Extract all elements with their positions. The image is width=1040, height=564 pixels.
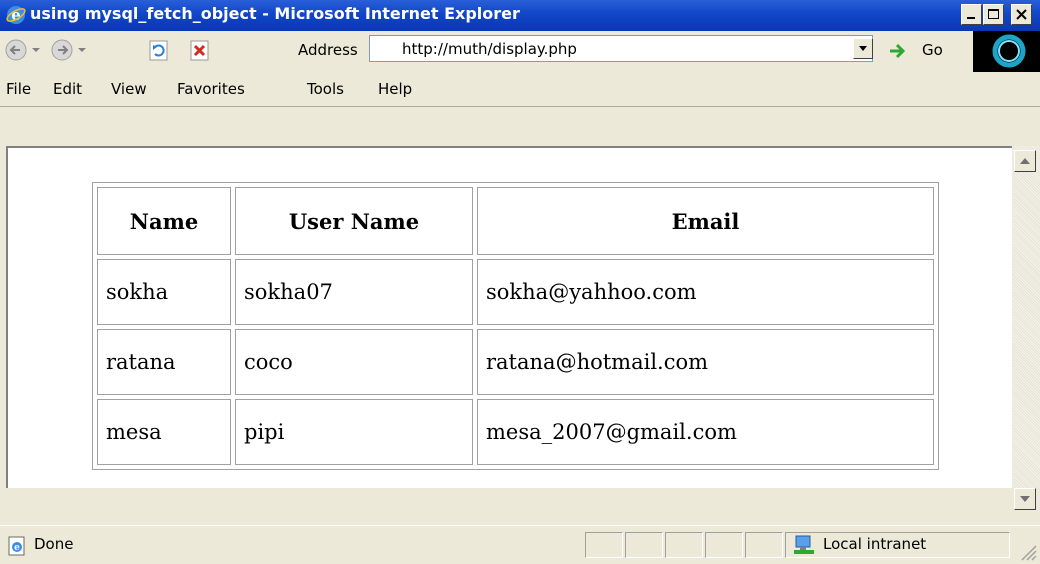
maximize-button[interactable] — [983, 4, 1004, 25]
status-bar: e Done Local intranet — [0, 525, 1040, 564]
menu-bar: File Edit View Favorites Tools Help — [0, 72, 1040, 107]
maximize-icon — [988, 9, 999, 19]
vertical-scrollbar[interactable] — [1012, 146, 1040, 488]
menu-help[interactable]: Help — [378, 80, 412, 98]
status-pane — [665, 532, 703, 558]
menu-edit[interactable]: Edit — [53, 80, 82, 98]
go-button[interactable]: Go — [922, 41, 943, 59]
menu-favorites[interactable]: Favorites — [177, 80, 245, 98]
status-pane — [585, 532, 623, 558]
cell-name: mesa — [97, 399, 231, 465]
table-header-row: Name User Name Email — [97, 187, 934, 256]
svg-text:e: e — [14, 543, 20, 553]
status-text: Done — [34, 535, 74, 553]
scroll-down-icon — [1020, 496, 1030, 502]
cell-name: sokha — [97, 259, 231, 326]
minimize-icon — [967, 17, 975, 19]
intranet-icon — [794, 535, 814, 554]
scroll-up-button[interactable] — [1014, 150, 1036, 172]
column-header-name: Name — [97, 187, 231, 256]
table-row: mesa pipi mesa_2007@gmail.com — [97, 399, 934, 465]
table-row: ratana coco ratana@hotmail.com — [97, 329, 934, 396]
cell-email: ratana@hotmail.com — [477, 329, 934, 396]
minimize-button[interactable] — [961, 4, 982, 25]
address-input[interactable]: http://muth/display.php — [369, 35, 873, 62]
close-button[interactable] — [1011, 4, 1032, 25]
throbber — [973, 31, 1040, 72]
menu-tools[interactable]: Tools — [307, 80, 344, 98]
menu-view[interactable]: View — [111, 80, 147, 98]
window-title: using mysql_fetch_object - Microsoft Int… — [30, 4, 520, 23]
close-icon — [1016, 9, 1027, 20]
cell-email: sokha@yahhoo.com — [477, 259, 934, 326]
column-header-username: User Name — [235, 187, 473, 256]
title-bar: e using mysql_fetch_object - Microsoft I… — [0, 0, 1040, 31]
scroll-down-button[interactable] — [1014, 488, 1036, 510]
stop-icon[interactable] — [188, 37, 212, 63]
cell-email: mesa_2007@gmail.com — [477, 399, 934, 465]
page-icon: e — [8, 536, 25, 556]
cell-name: ratana — [97, 329, 231, 396]
dropdown-icon — [859, 46, 867, 51]
cell-username: pipi — [235, 399, 473, 465]
ie-logo-icon: e — [6, 6, 26, 24]
cell-username: coco — [235, 329, 473, 396]
go-arrow-icon[interactable] — [887, 40, 909, 62]
scroll-up-icon — [1020, 158, 1030, 164]
address-url: http://muth/display.php — [402, 40, 577, 58]
status-pane — [625, 532, 663, 558]
back-icon[interactable] — [4, 37, 48, 63]
status-pane — [705, 532, 743, 558]
resize-grip-icon[interactable] — [1018, 542, 1038, 562]
address-label: Address — [298, 41, 358, 59]
security-zone: Local intranet — [823, 535, 927, 553]
forward-icon[interactable] — [50, 37, 94, 63]
windows-logo-icon — [992, 34, 1026, 68]
column-header-email: Email — [477, 187, 934, 256]
table-row: sokha sokha07 sokha@yahhoo.com — [97, 259, 934, 326]
address-dropdown-button[interactable] — [853, 38, 873, 59]
status-pane — [745, 532, 783, 558]
menu-file[interactable]: File — [6, 80, 31, 98]
address-toolbar: Address http://muth/display.php Go — [0, 31, 1040, 73]
users-table: Name User Name Email sokha sokha07 sokha… — [92, 182, 939, 470]
cell-username: sokha07 — [235, 259, 473, 326]
refresh-icon[interactable] — [147, 37, 171, 63]
